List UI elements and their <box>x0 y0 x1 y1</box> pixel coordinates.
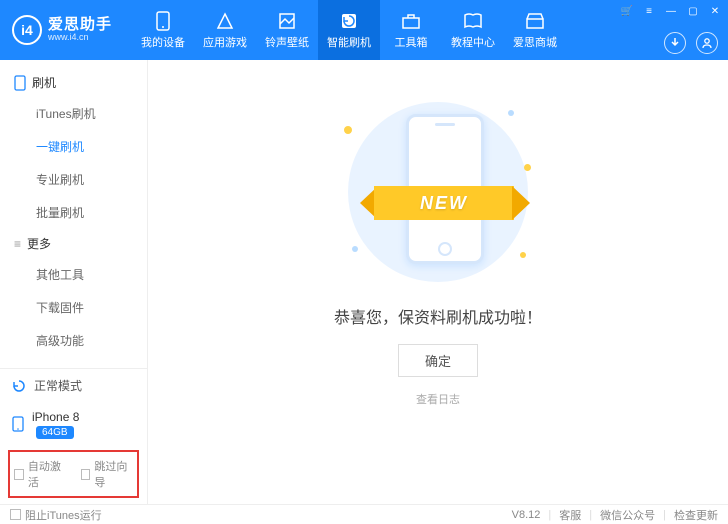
view-log-link[interactable]: 查看日志 <box>416 391 460 407</box>
nav-ringtones[interactable]: 铃声壁纸 <box>256 0 318 60</box>
sidebar: 刷机 iTunes刷机 一键刷机 专业刷机 批量刷机 ≡ 更多 其他工具 下载固… <box>0 60 148 504</box>
confirm-button[interactable]: 确定 <box>398 344 478 377</box>
status-bar: 阻止iTunes运行 V8.12 | 客服 | 微信公众号 | 检查更新 <box>0 504 728 524</box>
check-label: 跳过向导 <box>94 458 133 490</box>
mode-label: 正常模式 <box>34 377 82 394</box>
nav-label: 我的设备 <box>141 34 185 50</box>
bottom-checks: 自动激活 跳过向导 <box>8 450 139 498</box>
store-icon <box>525 11 545 31</box>
success-illustration: NEW <box>338 96 538 286</box>
app-name: 爱思助手 <box>48 17 112 34</box>
nav-tutorials[interactable]: 教程中心 <box>442 0 504 60</box>
check-skip-guide[interactable]: 跳过向导 <box>81 458 134 490</box>
nav-apps[interactable]: 应用游戏 <box>194 0 256 60</box>
footer-link-support[interactable]: 客服 <box>559 507 581 523</box>
phone-icon <box>12 416 24 432</box>
logo: i4 爱思助手 www.i4.cn <box>0 15 124 45</box>
flash-icon <box>339 11 359 31</box>
new-ribbon: NEW <box>360 178 530 226</box>
sidebar-item-pro-flash[interactable]: 专业刷机 <box>0 163 147 196</box>
sidebar-item-other-tools[interactable]: 其他工具 <box>0 258 147 291</box>
nav-label: 应用游戏 <box>203 34 247 50</box>
window-controls: 🛒 ≡ — ▢ ✕ <box>620 4 722 18</box>
group-label: 更多 <box>27 235 51 252</box>
user-button[interactable] <box>696 32 718 54</box>
ribbon-text: NEW <box>374 186 514 220</box>
sidebar-item-advanced[interactable]: 高级功能 <box>0 324 147 357</box>
sidebar-item-oneclick-flash[interactable]: 一键刷机 <box>0 130 147 163</box>
check-label: 自动激活 <box>28 458 67 490</box>
toolbox-icon <box>401 11 421 31</box>
nav-my-device[interactable]: 我的设备 <box>132 0 194 60</box>
main-content: NEW 恭喜您，保资料刷机成功啦！ 确定 查看日志 <box>148 60 728 504</box>
close-icon[interactable]: ✕ <box>708 4 722 18</box>
wallpaper-icon <box>277 11 297 31</box>
sidebar-item-itunes-flash[interactable]: iTunes刷机 <box>0 97 147 130</box>
app-url: www.i4.cn <box>48 33 112 43</box>
maximize-icon[interactable]: ▢ <box>686 4 700 18</box>
device-small-icon <box>14 75 26 91</box>
footer-link-update[interactable]: 检查更新 <box>674 507 718 523</box>
nav-flash[interactable]: 智能刷机 <box>318 0 380 60</box>
nav-label: 爱思商城 <box>513 34 557 50</box>
device-row[interactable]: iPhone 8 64GB <box>0 402 147 446</box>
nav-toolbox[interactable]: 工具箱 <box>380 0 442 60</box>
menu-icon[interactable]: ≡ <box>642 4 656 18</box>
minimize-icon[interactable]: — <box>664 4 678 18</box>
cart-icon[interactable]: 🛒 <box>620 4 634 18</box>
success-message: 恭喜您，保资料刷机成功啦！ <box>334 304 542 328</box>
nav-label: 工具箱 <box>395 34 428 50</box>
nav-label: 教程中心 <box>451 34 495 50</box>
version-label: V8.12 <box>512 509 541 521</box>
app-header: i4 爱思助手 www.i4.cn 我的设备 应用游戏 铃声壁纸 智能刷机 工具… <box>0 0 728 60</box>
nav-label: 智能刷机 <box>327 34 371 50</box>
logo-icon: i4 <box>12 15 42 45</box>
nav-label: 铃声壁纸 <box>265 34 309 50</box>
refresh-icon <box>12 379 26 393</box>
device-name: iPhone 8 <box>32 410 79 424</box>
book-icon <box>463 11 483 31</box>
sidebar-group-flash: 刷机 <box>0 68 147 97</box>
sidebar-item-download-fw[interactable]: 下载固件 <box>0 291 147 324</box>
footer-link-wechat[interactable]: 微信公众号 <box>600 507 655 523</box>
group-label: 刷机 <box>32 74 56 91</box>
sidebar-item-batch-flash[interactable]: 批量刷机 <box>0 196 147 229</box>
download-button[interactable] <box>664 32 686 54</box>
check-label: 阻止iTunes运行 <box>25 507 102 523</box>
storage-badge: 64GB <box>36 426 74 439</box>
check-block-itunes[interactable]: 阻止iTunes运行 <box>10 507 102 523</box>
top-nav: 我的设备 应用游戏 铃声壁纸 智能刷机 工具箱 教程中心 爱思商城 <box>132 0 566 60</box>
check-auto-activate[interactable]: 自动激活 <box>14 458 67 490</box>
mode-row[interactable]: 正常模式 <box>0 369 147 402</box>
sidebar-group-more: ≡ 更多 <box>0 229 147 258</box>
device-icon <box>153 11 173 31</box>
header-actions <box>664 32 718 54</box>
apps-icon <box>215 11 235 31</box>
nav-store[interactable]: 爱思商城 <box>504 0 566 60</box>
